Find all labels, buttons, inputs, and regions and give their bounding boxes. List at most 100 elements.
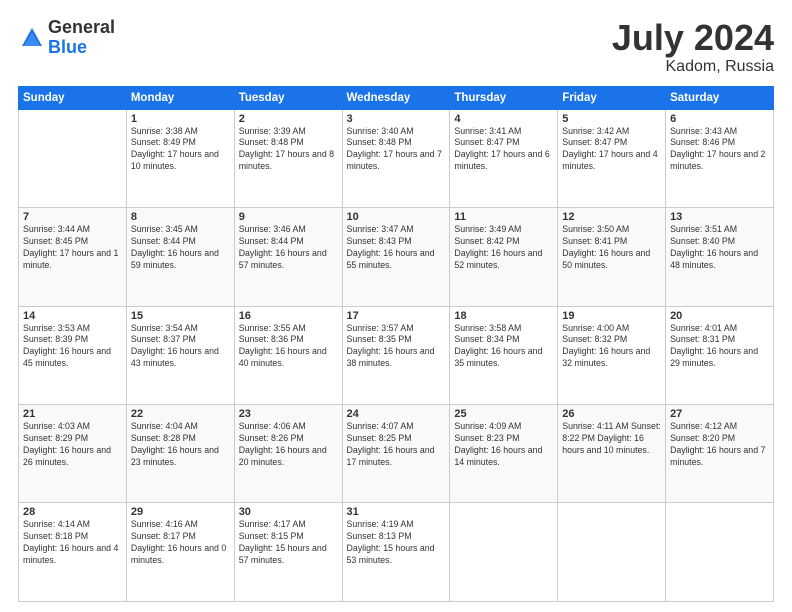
day-number: 11 bbox=[454, 211, 553, 223]
calendar-cell: 28Sunrise: 4:14 AM Sunset: 8:18 PM Dayli… bbox=[19, 503, 127, 602]
calendar-cell: 16Sunrise: 3:55 AM Sunset: 8:36 PM Dayli… bbox=[234, 306, 342, 404]
title-block: July 2024 Kadom, Russia bbox=[612, 18, 774, 76]
day-content: Sunrise: 4:16 AM Sunset: 8:17 PM Dayligh… bbox=[131, 519, 230, 567]
header-friday: Friday bbox=[558, 86, 666, 109]
day-number: 30 bbox=[239, 506, 338, 518]
calendar-table: Sunday Monday Tuesday Wednesday Thursday… bbox=[18, 86, 774, 602]
calendar-cell: 26Sunrise: 4:11 AM Sunset: 8:22 PM Dayli… bbox=[558, 405, 666, 503]
calendar-cell: 19Sunrise: 4:00 AM Sunset: 8:32 PM Dayli… bbox=[558, 306, 666, 404]
day-number: 8 bbox=[131, 211, 230, 223]
day-content: Sunrise: 3:38 AM Sunset: 8:49 PM Dayligh… bbox=[131, 126, 230, 174]
calendar-cell: 31Sunrise: 4:19 AM Sunset: 8:13 PM Dayli… bbox=[342, 503, 450, 602]
day-content: Sunrise: 3:58 AM Sunset: 8:34 PM Dayligh… bbox=[454, 323, 553, 371]
calendar-week-1: 1Sunrise: 3:38 AM Sunset: 8:49 PM Daylig… bbox=[19, 109, 774, 207]
header-tuesday: Tuesday bbox=[234, 86, 342, 109]
calendar-cell: 3Sunrise: 3:40 AM Sunset: 8:48 PM Daylig… bbox=[342, 109, 450, 207]
day-number: 6 bbox=[670, 113, 769, 125]
day-content: Sunrise: 3:51 AM Sunset: 8:40 PM Dayligh… bbox=[670, 224, 769, 272]
calendar-cell: 14Sunrise: 3:53 AM Sunset: 8:39 PM Dayli… bbox=[19, 306, 127, 404]
header-sunday: Sunday bbox=[19, 86, 127, 109]
day-content: Sunrise: 3:45 AM Sunset: 8:44 PM Dayligh… bbox=[131, 224, 230, 272]
calendar-cell: 2Sunrise: 3:39 AM Sunset: 8:48 PM Daylig… bbox=[234, 109, 342, 207]
day-content: Sunrise: 3:46 AM Sunset: 8:44 PM Dayligh… bbox=[239, 224, 338, 272]
calendar-cell bbox=[558, 503, 666, 602]
day-content: Sunrise: 4:04 AM Sunset: 8:28 PM Dayligh… bbox=[131, 421, 230, 469]
day-content: Sunrise: 4:00 AM Sunset: 8:32 PM Dayligh… bbox=[562, 323, 661, 371]
day-number: 19 bbox=[562, 310, 661, 322]
header-saturday: Saturday bbox=[666, 86, 774, 109]
day-number: 15 bbox=[131, 310, 230, 322]
day-content: Sunrise: 4:01 AM Sunset: 8:31 PM Dayligh… bbox=[670, 323, 769, 371]
calendar-cell: 17Sunrise: 3:57 AM Sunset: 8:35 PM Dayli… bbox=[342, 306, 450, 404]
day-number: 9 bbox=[239, 211, 338, 223]
calendar-cell: 13Sunrise: 3:51 AM Sunset: 8:40 PM Dayli… bbox=[666, 208, 774, 306]
day-number: 13 bbox=[670, 211, 769, 223]
day-number: 20 bbox=[670, 310, 769, 322]
calendar-header-row: Sunday Monday Tuesday Wednesday Thursday… bbox=[19, 86, 774, 109]
month-title: July 2024 bbox=[612, 18, 774, 58]
calendar-cell: 29Sunrise: 4:16 AM Sunset: 8:17 PM Dayli… bbox=[126, 503, 234, 602]
day-number: 31 bbox=[347, 506, 446, 518]
logo: General Blue bbox=[18, 18, 115, 58]
day-content: Sunrise: 4:11 AM Sunset: 8:22 PM Dayligh… bbox=[562, 421, 661, 457]
day-number: 10 bbox=[347, 211, 446, 223]
day-number: 22 bbox=[131, 408, 230, 420]
calendar-cell: 12Sunrise: 3:50 AM Sunset: 8:41 PM Dayli… bbox=[558, 208, 666, 306]
calendar-page: General Blue July 2024 Kadom, Russia Sun… bbox=[0, 0, 792, 612]
day-number: 28 bbox=[23, 506, 122, 518]
day-content: Sunrise: 4:17 AM Sunset: 8:15 PM Dayligh… bbox=[239, 519, 338, 567]
calendar-cell: 7Sunrise: 3:44 AM Sunset: 8:45 PM Daylig… bbox=[19, 208, 127, 306]
calendar-week-2: 7Sunrise: 3:44 AM Sunset: 8:45 PM Daylig… bbox=[19, 208, 774, 306]
day-number: 16 bbox=[239, 310, 338, 322]
day-content: Sunrise: 3:54 AM Sunset: 8:37 PM Dayligh… bbox=[131, 323, 230, 371]
calendar-cell: 10Sunrise: 3:47 AM Sunset: 8:43 PM Dayli… bbox=[342, 208, 450, 306]
location: Kadom, Russia bbox=[612, 58, 774, 76]
calendar-cell bbox=[450, 503, 558, 602]
day-content: Sunrise: 3:39 AM Sunset: 8:48 PM Dayligh… bbox=[239, 126, 338, 174]
calendar-cell bbox=[666, 503, 774, 602]
calendar-cell: 5Sunrise: 3:42 AM Sunset: 8:47 PM Daylig… bbox=[558, 109, 666, 207]
day-number: 29 bbox=[131, 506, 230, 518]
calendar-cell: 30Sunrise: 4:17 AM Sunset: 8:15 PM Dayli… bbox=[234, 503, 342, 602]
day-content: Sunrise: 3:49 AM Sunset: 8:42 PM Dayligh… bbox=[454, 224, 553, 272]
calendar-cell: 1Sunrise: 3:38 AM Sunset: 8:49 PM Daylig… bbox=[126, 109, 234, 207]
day-content: Sunrise: 3:41 AM Sunset: 8:47 PM Dayligh… bbox=[454, 126, 553, 174]
header: General Blue July 2024 Kadom, Russia bbox=[18, 18, 774, 76]
calendar-cell: 25Sunrise: 4:09 AM Sunset: 8:23 PM Dayli… bbox=[450, 405, 558, 503]
header-thursday: Thursday bbox=[450, 86, 558, 109]
calendar-cell: 21Sunrise: 4:03 AM Sunset: 8:29 PM Dayli… bbox=[19, 405, 127, 503]
day-number: 27 bbox=[670, 408, 769, 420]
calendar-week-5: 28Sunrise: 4:14 AM Sunset: 8:18 PM Dayli… bbox=[19, 503, 774, 602]
header-monday: Monday bbox=[126, 86, 234, 109]
day-number: 21 bbox=[23, 408, 122, 420]
logo-general: General bbox=[48, 18, 115, 38]
day-content: Sunrise: 4:14 AM Sunset: 8:18 PM Dayligh… bbox=[23, 519, 122, 567]
day-content: Sunrise: 3:53 AM Sunset: 8:39 PM Dayligh… bbox=[23, 323, 122, 371]
day-content: Sunrise: 3:57 AM Sunset: 8:35 PM Dayligh… bbox=[347, 323, 446, 371]
day-content: Sunrise: 4:07 AM Sunset: 8:25 PM Dayligh… bbox=[347, 421, 446, 469]
calendar-cell: 22Sunrise: 4:04 AM Sunset: 8:28 PM Dayli… bbox=[126, 405, 234, 503]
calendar-week-4: 21Sunrise: 4:03 AM Sunset: 8:29 PM Dayli… bbox=[19, 405, 774, 503]
calendar-cell: 11Sunrise: 3:49 AM Sunset: 8:42 PM Dayli… bbox=[450, 208, 558, 306]
calendar-cell: 27Sunrise: 4:12 AM Sunset: 8:20 PM Dayli… bbox=[666, 405, 774, 503]
day-number: 7 bbox=[23, 211, 122, 223]
day-number: 2 bbox=[239, 113, 338, 125]
day-content: Sunrise: 3:42 AM Sunset: 8:47 PM Dayligh… bbox=[562, 126, 661, 174]
calendar-cell: 23Sunrise: 4:06 AM Sunset: 8:26 PM Dayli… bbox=[234, 405, 342, 503]
day-content: Sunrise: 3:40 AM Sunset: 8:48 PM Dayligh… bbox=[347, 126, 446, 174]
header-wednesday: Wednesday bbox=[342, 86, 450, 109]
day-content: Sunrise: 4:12 AM Sunset: 8:20 PM Dayligh… bbox=[670, 421, 769, 469]
day-number: 4 bbox=[454, 113, 553, 125]
logo-icon bbox=[18, 24, 46, 52]
calendar-cell: 15Sunrise: 3:54 AM Sunset: 8:37 PM Dayli… bbox=[126, 306, 234, 404]
logo-text: General Blue bbox=[48, 18, 115, 58]
calendar-cell: 24Sunrise: 4:07 AM Sunset: 8:25 PM Dayli… bbox=[342, 405, 450, 503]
day-number: 12 bbox=[562, 211, 661, 223]
day-content: Sunrise: 4:03 AM Sunset: 8:29 PM Dayligh… bbox=[23, 421, 122, 469]
day-content: Sunrise: 3:55 AM Sunset: 8:36 PM Dayligh… bbox=[239, 323, 338, 371]
day-number: 1 bbox=[131, 113, 230, 125]
day-content: Sunrise: 3:44 AM Sunset: 8:45 PM Dayligh… bbox=[23, 224, 122, 272]
calendar-cell: 18Sunrise: 3:58 AM Sunset: 8:34 PM Dayli… bbox=[450, 306, 558, 404]
day-number: 3 bbox=[347, 113, 446, 125]
logo-blue: Blue bbox=[48, 38, 115, 58]
